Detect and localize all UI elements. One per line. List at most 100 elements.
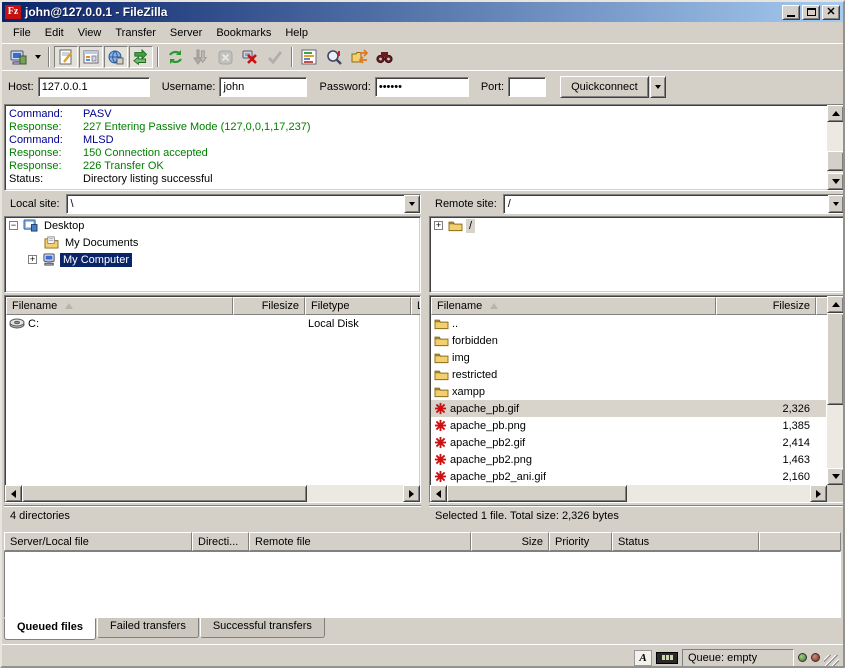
resize-grip[interactable]: [824, 655, 839, 668]
username-input[interactable]: [219, 77, 307, 97]
scroll-down-icon[interactable]: [827, 468, 844, 485]
menu-item-file[interactable]: File: [6, 24, 38, 42]
tree-item--[interactable]: +/: [430, 217, 844, 234]
table-row[interactable]: C:Local Disk: [6, 315, 419, 332]
menu-item-server[interactable]: Server: [163, 24, 209, 42]
queue-column-directi-[interactable]: Directi...: [192, 532, 249, 551]
filesize-cell: 2,160: [716, 471, 816, 483]
remote-site-combobox[interactable]: /: [503, 194, 845, 214]
menu-item-help[interactable]: Help: [278, 24, 315, 42]
tab-failed-transfers[interactable]: Failed transfers: [97, 618, 199, 638]
site-manager-dropdown-icon[interactable]: [31, 46, 44, 68]
quickconnect-button[interactable]: Quickconnect: [560, 76, 649, 98]
local-tree-toggle-button[interactable]: [79, 46, 103, 68]
tab-queued-files[interactable]: Queued files: [4, 618, 96, 640]
password-input[interactable]: [375, 77, 469, 97]
local-scroll-thumb[interactable]: [22, 485, 307, 502]
local-horizontal-scrollbar[interactable]: [5, 485, 420, 502]
collapse-icon[interactable]: −: [9, 221, 18, 230]
remote-horizontal-scrollbar[interactable]: [430, 485, 827, 502]
queue-body[interactable]: [4, 551, 841, 618]
queue-column-size[interactable]: Size: [471, 532, 549, 551]
table-row[interactable]: apache_pb.gif2,326: [431, 400, 826, 417]
remote-column-filesize[interactable]: Filesize: [716, 297, 816, 315]
local-column-filesize[interactable]: Filesize: [233, 297, 305, 315]
queue-column-server-local-file[interactable]: Server/Local file: [4, 532, 192, 551]
menu-item-bookmarks[interactable]: Bookmarks: [209, 24, 278, 42]
tree-item-my-documents[interactable]: My Documents: [5, 234, 420, 251]
log-scroll-thumb[interactable]: [827, 151, 844, 171]
table-row[interactable]: restricted: [431, 366, 826, 383]
site-manager-button[interactable]: [6, 46, 30, 68]
disconnect-icon: [242, 49, 258, 65]
table-row[interactable]: img: [431, 349, 826, 366]
table-row[interactable]: ..: [431, 315, 826, 332]
expand-icon[interactable]: +: [28, 255, 37, 264]
tree-item-desktop[interactable]: −Desktop: [5, 217, 420, 234]
scroll-up-icon[interactable]: [827, 296, 844, 313]
scroll-down-icon[interactable]: [827, 173, 844, 190]
filesize-cell: 2,414: [716, 437, 816, 449]
log-vertical-scrollbar[interactable]: [827, 105, 844, 190]
table-row[interactable]: apache_pb.png1,385: [431, 417, 826, 434]
sort-ascending-icon: [65, 303, 73, 309]
title-bar[interactable]: Fz john@127.0.0.1 - FileZilla ✕: [2, 2, 843, 22]
host-label: Host:: [8, 81, 34, 93]
remote-vertical-scrollbar[interactable]: [827, 296, 844, 485]
message-log-toggle-button[interactable]: [54, 46, 78, 68]
local-site-combobox[interactable]: \: [66, 194, 421, 214]
cancel-operation-button[interactable]: [213, 46, 237, 68]
remote-scroll-thumb[interactable]: [447, 485, 627, 502]
filter-button[interactable]: [297, 46, 321, 68]
refresh-button[interactable]: [163, 46, 187, 68]
disconnect-button[interactable]: [238, 46, 262, 68]
chevron-down-icon[interactable]: [404, 195, 420, 213]
local-column-filename[interactable]: Filename: [6, 297, 233, 315]
menu-item-edit[interactable]: Edit: [38, 24, 71, 42]
filename-text: ..: [452, 318, 458, 330]
quickconnect-dropdown-icon[interactable]: [650, 76, 666, 98]
local-column-filetype[interactable]: Filetype: [305, 297, 411, 315]
local-status-text: 4 directories: [4, 505, 421, 526]
compare-directories-button[interactable]: [322, 46, 346, 68]
expand-icon[interactable]: +: [434, 221, 443, 230]
log-line-label: Response:: [9, 121, 83, 134]
process-queue-button[interactable]: [188, 46, 212, 68]
queue-header: Server/Local fileDirecti...Remote fileSi…: [4, 532, 841, 551]
tree-item-my-computer[interactable]: +My Computer: [5, 251, 420, 268]
table-row[interactable]: apache_pb2.png1,463: [431, 451, 826, 468]
port-input[interactable]: [508, 77, 546, 97]
queue-column-remote-file[interactable]: Remote file: [249, 532, 471, 551]
synchronized-browsing-button[interactable]: [347, 46, 371, 68]
scroll-right-icon[interactable]: [810, 485, 827, 502]
scroll-left-icon[interactable]: [5, 485, 22, 502]
local-pane: Local site: \ −DesktopMy Documents+My Co…: [2, 192, 423, 526]
menu-item-transfer[interactable]: Transfer: [108, 24, 163, 42]
reconnect-button[interactable]: [263, 46, 287, 68]
scroll-left-icon[interactable]: [430, 485, 447, 502]
chevron-down-icon[interactable]: [828, 195, 844, 213]
remote-column-filename[interactable]: Filename: [431, 297, 716, 315]
table-row[interactable]: apache_pb2.gif2,414: [431, 434, 826, 451]
remote-vscroll-thumb[interactable]: [827, 313, 844, 405]
queue-column-priority[interactable]: Priority: [549, 532, 612, 551]
menu-item-view[interactable]: View: [71, 24, 109, 42]
remote-tree-toggle-button[interactable]: [104, 46, 128, 68]
local-list-header: Filename Filesize Filetype L: [6, 297, 419, 315]
find-files-button[interactable]: [372, 46, 396, 68]
local-column-lastmodified[interactable]: L: [411, 297, 421, 315]
scroll-up-icon[interactable]: [827, 105, 844, 122]
table-row[interactable]: forbidden: [431, 332, 826, 349]
filename-text: forbidden: [452, 335, 498, 347]
queue-column-status[interactable]: Status: [612, 532, 759, 551]
close-button[interactable]: ✕: [822, 5, 840, 20]
table-row[interactable]: apache_pb2_ani.gif2,160: [431, 468, 826, 484]
host-input[interactable]: [38, 77, 150, 97]
scroll-right-icon[interactable]: [403, 485, 420, 502]
maximize-button[interactable]: [802, 5, 820, 20]
table-row[interactable]: xampp: [431, 383, 826, 400]
tab-successful-transfers[interactable]: Successful transfers: [200, 618, 325, 638]
transfer-queue-toggle-button[interactable]: [129, 46, 153, 68]
desktop-icon: [23, 219, 41, 232]
minimize-button[interactable]: [782, 5, 800, 20]
